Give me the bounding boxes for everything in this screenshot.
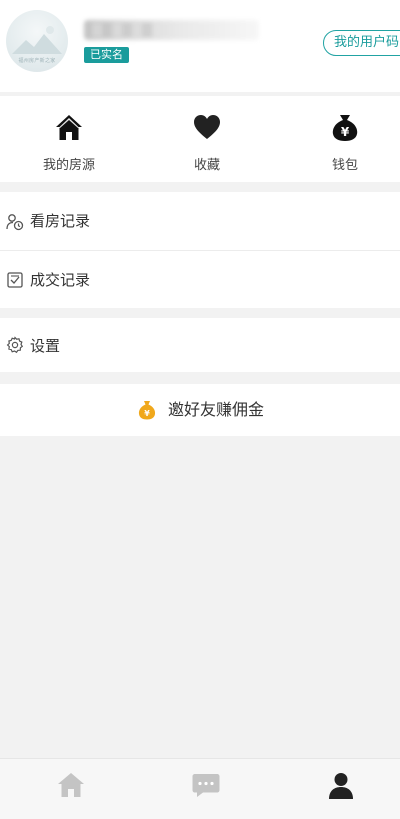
viewing-records-label: 看房记录 [30, 212, 91, 230]
svg-text:¥: ¥ [341, 125, 350, 139]
invite-friends-banner[interactable]: ¥ 邀好友赚佣金 [0, 384, 400, 436]
invite-label: 邀好友赚佣金 [168, 400, 265, 419]
avatar[interactable]: 福州房产新之家 [6, 10, 68, 72]
wallet-label: 钱包 [331, 158, 358, 173]
my-listings-button[interactable]: 我的房源 [9, 96, 129, 182]
deal-records-row[interactable]: 成交记录 [0, 251, 400, 308]
favorites-button[interactable]: 收藏 [147, 96, 267, 182]
empty-content-area [0, 438, 400, 756]
tab-home[interactable] [0, 759, 133, 819]
message-tab-icon [192, 774, 220, 797]
verified-badge: 已实名 [84, 47, 129, 63]
viewing-records-row[interactable]: 看房记录 [0, 192, 400, 250]
svg-text:¥: ¥ [144, 409, 150, 418]
person-clock-icon [6, 214, 24, 231]
house-icon [56, 115, 82, 140]
favorites-label: 收藏 [193, 158, 220, 173]
avatar-caption: 福州房产新之家 [18, 58, 56, 64]
tab-profile[interactable] [266, 759, 399, 819]
money-bag-icon: ¥ [332, 115, 358, 141]
home-tab-icon [58, 773, 84, 797]
heart-icon [194, 115, 220, 139]
settings-label: 设置 [30, 337, 61, 355]
settings-row[interactable]: 设置 [0, 318, 400, 372]
quick-actions: 我的房源 收藏 ¥ 钱包 [0, 96, 400, 182]
gear-icon [6, 336, 24, 354]
bottom-tab-bar [0, 758, 400, 819]
tab-messages[interactable] [133, 759, 266, 819]
money-bag-icon: ¥ [138, 401, 156, 420]
checklist-icon [7, 272, 23, 288]
blurred-username [84, 20, 259, 40]
user-code-button[interactable]: 我的用户码 [323, 30, 400, 56]
my-listings-label: 我的房源 [42, 158, 95, 173]
profile-header: 福州房产新之家 已实名 我的用户码 [0, 0, 400, 92]
wallet-button[interactable]: ¥ 钱包 [285, 96, 400, 182]
deal-records-label: 成交记录 [30, 271, 91, 289]
profile-tab-icon [329, 773, 353, 799]
